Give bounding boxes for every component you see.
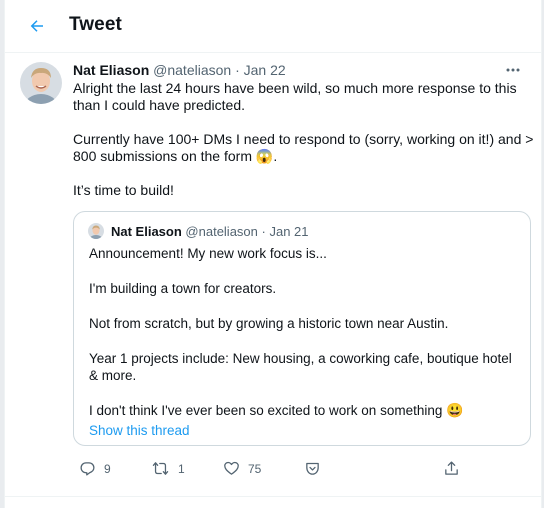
- tweet-page: Tweet Nat Eliason @nateliason · Jan 22 A…: [4, 0, 542, 508]
- tweet-paragraph: Currently have 100+ DMs I need to respon…: [73, 131, 535, 165]
- quoted-tweet[interactable]: Nat Eliason @nateliason · Jan 21 Announc…: [73, 211, 531, 446]
- quote-paragraph: Year 1 projects include: New housing, a …: [89, 351, 512, 383]
- more-icon: [506, 68, 520, 72]
- quote-text: Announcement! My new work focus is... I'…: [89, 245, 519, 439]
- tweet-header: Nat Eliason @nateliason · Jan 22: [73, 62, 286, 78]
- like-count: 75: [248, 461, 262, 476]
- tweet-paragraph: Alright the last 24 hours have been wild…: [73, 80, 517, 113]
- share-button[interactable]: [443, 460, 460, 477]
- divider: [5, 496, 541, 497]
- reply-button[interactable]: 9: [79, 460, 111, 477]
- quote-paragraph: Not from scratch, but by growing a histo…: [89, 316, 449, 331]
- tweet-paragraph: It’s time to build!: [73, 182, 174, 198]
- tweet-period: .: [273, 148, 278, 164]
- quote-avatar-image: [88, 223, 104, 239]
- retweet-button[interactable]: 1: [151, 460, 185, 477]
- tweet-text: Alright the last 24 hours have been wild…: [73, 80, 535, 216]
- share-icon: [445, 461, 458, 475]
- page-header: Tweet: [5, 0, 541, 53]
- heart-icon: [224, 461, 239, 475]
- reply-icon: [80, 462, 95, 476]
- back-button[interactable]: [23, 12, 51, 40]
- separator-dot: ·: [235, 62, 240, 78]
- quote-header: Nat Eliason @nateliason · Jan 21: [111, 224, 309, 239]
- reply-count: 9: [104, 461, 111, 476]
- pocket-save-icon: [306, 462, 319, 475]
- scream-emoji: 😱: [255, 148, 274, 164]
- tweet-actions: 9 1 75: [73, 460, 473, 484]
- quote-paragraph: I don't think I've ever been so excited …: [89, 402, 519, 419]
- tweet-date[interactable]: Jan 22: [244, 62, 286, 78]
- quote-paragraph: I'm building a town for creators.: [89, 281, 277, 296]
- bookmark-button[interactable]: [304, 460, 321, 477]
- like-button[interactable]: 75: [223, 460, 261, 477]
- avatar[interactable]: [20, 62, 62, 104]
- retweet-icon: [152, 462, 169, 475]
- quote-author-name: Nat Eliason: [111, 224, 182, 239]
- smile-emoji: 😃: [446, 402, 464, 418]
- author-name[interactable]: Nat Eliason: [73, 62, 149, 78]
- quote-author-handle: @nateliason: [185, 224, 258, 239]
- retweet-count: 1: [178, 461, 185, 476]
- quote-separator-dot: ·: [261, 224, 266, 239]
- avatar-image: [20, 62, 62, 104]
- quote-paragraph-text: I don't think I've ever been so excited …: [89, 403, 443, 418]
- author-handle[interactable]: @nateliason: [153, 62, 231, 78]
- quote-paragraph: Announcement! My new work focus is...: [89, 246, 327, 261]
- tweet-paragraph-text: Currently have 100+ DMs I need to respon…: [73, 131, 534, 164]
- quote-date: Jan 21: [269, 224, 309, 239]
- arrow-left-icon: [30, 20, 43, 32]
- page-title: Tweet: [69, 14, 122, 35]
- more-options-button[interactable]: [503, 60, 523, 80]
- show-thread-link[interactable]: Show this thread: [89, 422, 519, 439]
- quote-avatar: [88, 223, 104, 239]
